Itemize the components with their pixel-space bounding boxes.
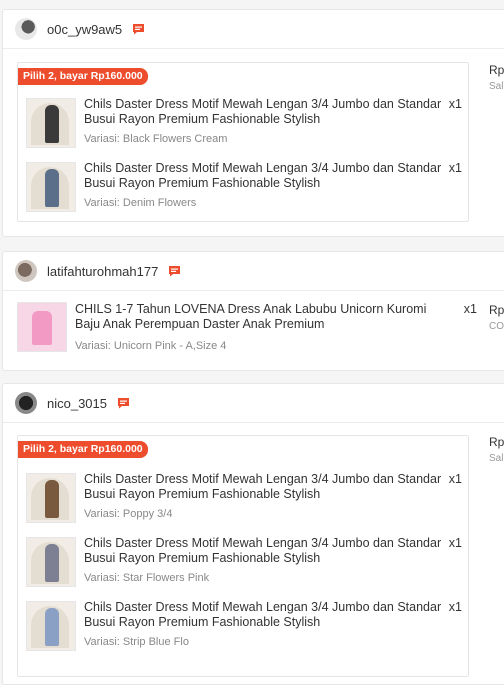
product-variant: Variasi: Star Flowers Pink <box>84 572 210 584</box>
product-variant: Variasi: Unicorn Pink - A,Size 4 <box>75 340 227 352</box>
shop-card: o0c_yw9aw5 Pilih 2, bayar Rp160.000 Chil… <box>2 9 504 237</box>
avatar[interactable] <box>15 18 37 40</box>
item-price: Rp <box>489 303 504 317</box>
list-item[interactable]: CHILS 1-7 Tahun LOVENA Dress Anak Labubu… <box>17 302 477 360</box>
avatar[interactable] <box>15 260 37 282</box>
product-thumbnail[interactable] <box>17 302 67 352</box>
promo-bundle: Pilih 2, bayar Rp160.000 Chils Daster Dr… <box>17 435 469 677</box>
list-item[interactable]: Chils Daster Dress Motif Mewah Lengan 3/… <box>26 534 462 592</box>
product-thumbnail[interactable] <box>26 162 76 212</box>
product-title[interactable]: Chils Daster Dress Motif Mewah Lengan 3/… <box>84 600 444 630</box>
list-item[interactable]: Chils Daster Dress Motif Mewah Lengan 3/… <box>26 159 462 217</box>
product-variant: Variasi: Strip Blue Flo <box>84 636 189 648</box>
shop-header: latifahturohmah177 <box>3 252 504 291</box>
price-subtext: Sal <box>489 453 504 464</box>
list-item[interactable]: Chils Daster Dress Motif Mewah Lengan 3/… <box>26 95 462 153</box>
promo-badge: Pilih 2, bayar Rp160.000 <box>18 441 148 458</box>
product-thumbnail[interactable] <box>26 473 76 523</box>
shop-header: o0c_yw9aw5 <box>3 10 504 49</box>
avatar[interactable] <box>15 392 37 414</box>
promo-bundle: Pilih 2, bayar Rp160.000 Chils Daster Dr… <box>17 62 469 222</box>
seller-name[interactable]: nico_3015 <box>47 396 107 411</box>
product-variant: Variasi: Black Flowers Cream <box>84 133 228 145</box>
item-price: Rp <box>489 63 504 77</box>
product-quantity: x1 <box>448 600 462 614</box>
chat-bubble-icon[interactable] <box>132 23 145 35</box>
price-subtext: Sal <box>489 81 504 92</box>
product-quantity: x1 <box>448 97 462 111</box>
product-title[interactable]: Chils Daster Dress Motif Mewah Lengan 3/… <box>84 97 444 127</box>
seller-name[interactable]: o0c_yw9aw5 <box>47 22 122 37</box>
shop-card: latifahturohmah177 CHILS 1-7 Tahun LOVEN… <box>2 251 504 371</box>
product-variant: Variasi: Poppy 3/4 <box>84 508 173 520</box>
shop-header: nico_3015 <box>3 384 504 423</box>
product-thumbnail[interactable] <box>26 537 76 587</box>
product-quantity: x1 <box>448 161 462 175</box>
product-title[interactable]: Chils Daster Dress Motif Mewah Lengan 3/… <box>84 161 444 191</box>
product-title[interactable]: Chils Daster Dress Motif Mewah Lengan 3/… <box>84 472 444 502</box>
product-quantity: x1 <box>448 536 462 550</box>
price-subtext: CO <box>489 321 504 332</box>
product-title[interactable]: Chils Daster Dress Motif Mewah Lengan 3/… <box>84 536 444 566</box>
list-item[interactable]: Chils Daster Dress Motif Mewah Lengan 3/… <box>26 470 462 528</box>
chat-bubble-icon[interactable] <box>117 397 130 409</box>
item-price: Rp <box>489 435 504 449</box>
chat-bubble-icon[interactable] <box>168 265 181 277</box>
product-thumbnail[interactable] <box>26 601 76 651</box>
product-thumbnail[interactable] <box>26 98 76 148</box>
product-quantity: x1 <box>448 472 462 486</box>
seller-name[interactable]: latifahturohmah177 <box>47 264 158 279</box>
list-item[interactable]: Chils Daster Dress Motif Mewah Lengan 3/… <box>26 598 462 656</box>
product-variant: Variasi: Denim Flowers <box>84 197 197 209</box>
product-quantity: x1 <box>463 302 477 316</box>
product-title[interactable]: CHILS 1-7 Tahun LOVENA Dress Anak Labubu… <box>75 302 453 332</box>
promo-badge: Pilih 2, bayar Rp160.000 <box>18 68 148 85</box>
shop-card: nico_3015 Pilih 2, bayar Rp160.000 Chils… <box>2 383 504 685</box>
